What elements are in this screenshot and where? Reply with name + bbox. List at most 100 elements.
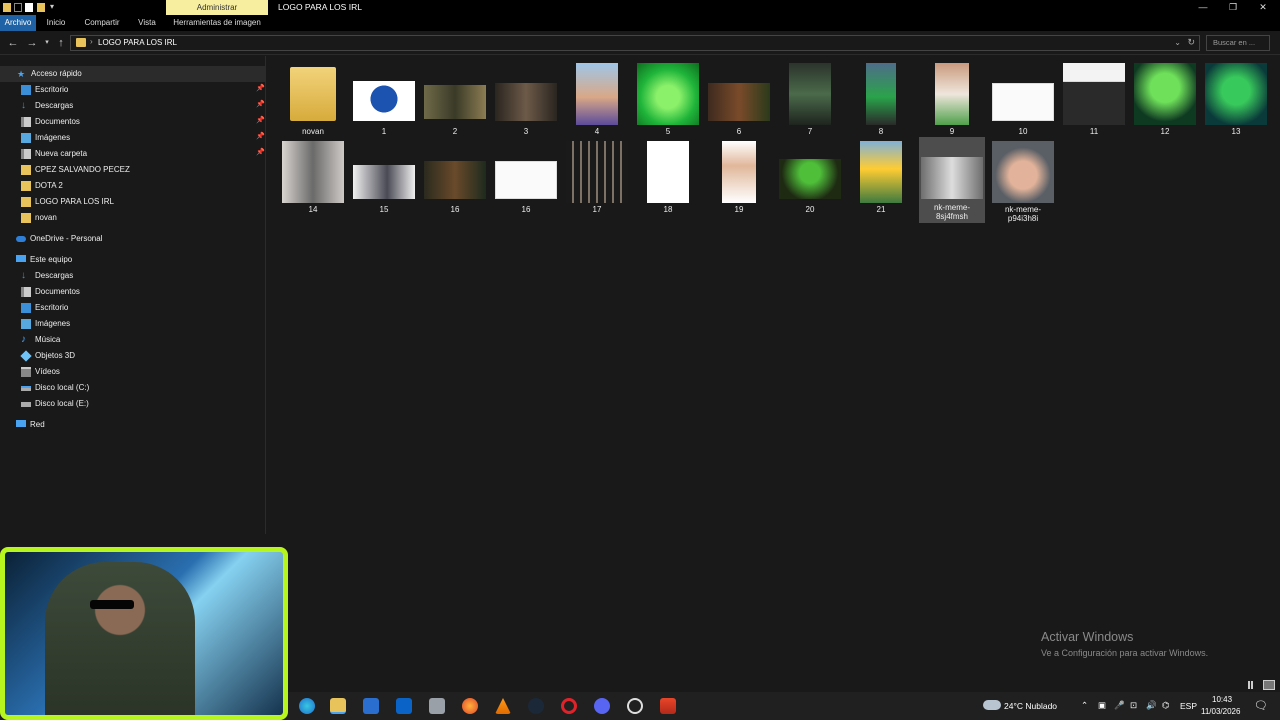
obs-icon[interactable] [627,698,643,714]
weather-text[interactable]: 24°C Nublado [1004,701,1057,711]
speaker-icon[interactable]: 🔊 [1146,700,1157,711]
file-list: novan 1 2 3 4 5 6 7 8 9 10 11 12 13 14 1… [267,56,1280,678]
image-thumbnail [495,161,557,199]
file-item[interactable]: 6 [706,61,772,145]
file-item[interactable]: 1 [351,61,417,145]
file-item[interactable]: 17 [564,139,630,223]
cloud-icon [16,236,26,242]
forward-arrow-icon[interactable]: → [25,36,39,50]
tab-compartir[interactable]: Compartir [80,15,124,31]
pin-icon[interactable]: 📌 [256,84,265,92]
pin-icon[interactable]: 📌 [256,116,265,124]
up-arrow-icon[interactable]: ↑ [54,36,68,50]
refresh-icon[interactable]: ↻ [1187,37,1195,48]
file-item[interactable]: 4 [564,61,630,145]
store-icon[interactable] [363,698,379,714]
file-item[interactable]: 20 [777,139,843,223]
address-field[interactable]: › LOGO PARA LOS IRL ⌄ ↻ [70,35,1200,51]
minimize-button[interactable]: — [1188,0,1218,15]
pin-icon[interactable]: 📌 [256,132,265,140]
edge-icon[interactable] [299,698,315,714]
file-item[interactable]: 15 [351,139,417,223]
language-indicator[interactable]: ESP [1180,701,1197,711]
image-thumbnail [495,83,557,121]
breadcrumb-separator-icon[interactable]: › [90,37,93,46]
file-item[interactable]: 21 [848,139,914,223]
folder-icon [21,181,31,191]
clock-date[interactable]: 11/03/2026 [1201,707,1240,716]
address-dropdown-icon[interactable]: ⌄ [1174,38,1181,47]
display-icon[interactable]: ⊡ [1130,700,1137,711]
opera-icon[interactable] [561,698,577,714]
file-item-selected[interactable]: nk-meme-8sj4fmsh [919,137,985,223]
file-item[interactable]: 12 [1132,61,1198,145]
admin-tab[interactable]: Administrar [166,0,268,15]
restore-button[interactable]: ❐ [1218,0,1248,15]
image-thumbnail [722,141,756,203]
file-item[interactable]: 7 [777,61,843,145]
discord-icon[interactable] [594,698,610,714]
chevron-up-icon[interactable]: ⌃ [1081,700,1088,711]
clock-time[interactable]: 10:43 [1212,695,1232,704]
image-thumbnail [866,63,896,125]
file-item[interactable]: 2 [422,61,488,145]
folder-icon [76,38,86,47]
image-thumbnail [424,161,486,199]
drive-icon [21,402,31,407]
file-item[interactable]: 9 [919,61,985,145]
tab-vista[interactable]: Vista [134,15,160,31]
image-thumbnail [282,141,344,203]
qat-chevron-icon[interactable]: ▾ [50,2,54,11]
file-item[interactable]: 19 [706,139,772,223]
app-icon[interactable] [660,698,676,714]
image-thumbnail [779,159,841,199]
file-item[interactable]: 14 [280,139,346,223]
app-icon[interactable] [429,698,445,714]
breadcrumb[interactable]: LOGO PARA LOS IRL [98,38,177,47]
download-icon: ↓ [21,100,26,111]
large-icons-view-icon[interactable] [1263,680,1275,690]
documents-icon [21,117,31,127]
cloud-icon[interactable] [983,700,1001,710]
pin-icon[interactable]: 📌 [256,148,265,156]
meet-icon[interactable]: ▣ [1098,700,1106,711]
file-item[interactable]: 18 [635,139,701,223]
blank-doc-icon[interactable] [14,3,22,12]
microphone-icon[interactable]: 🎤 [1114,700,1125,711]
music-note-icon: ♪ [21,334,26,345]
steam-icon[interactable] [528,698,544,714]
file-item[interactable]: 3 [493,61,559,145]
file-item[interactable]: 8 [848,61,914,145]
outlook-icon[interactable] [396,698,412,714]
pin-icon[interactable]: 📌 [256,100,265,108]
tab-archivo[interactable]: Archivo [0,15,36,31]
file-item[interactable]: 11 [1061,61,1127,145]
folder-item[interactable]: novan [280,61,346,145]
network-icon [16,420,26,427]
file-item[interactable]: 5 [635,61,701,145]
folder-icon [21,165,31,175]
file-item[interactable]: 16 [422,139,488,223]
back-arrow-icon[interactable]: ← [6,36,20,50]
close-button[interactable]: ✕ [1248,0,1278,15]
notifications-icon[interactable]: 🗨 [1254,699,1268,712]
network-icon[interactable]: ⌬ [1162,700,1169,711]
file-item[interactable]: 13 [1203,61,1269,145]
tab-herramientas-imagen[interactable]: Herramientas de imagen [170,15,264,31]
file-item[interactable]: nk-meme-p94i3h8i [990,139,1056,223]
properties-icon[interactable] [25,3,33,12]
details-view-icon[interactable] [1248,681,1253,689]
firefox-icon[interactable] [462,698,478,714]
pictures-icon [21,133,31,143]
tab-inicio[interactable]: Inicio [42,15,70,31]
file-item[interactable]: 10 [990,61,1056,145]
image-thumbnail [921,157,983,199]
sunglasses [90,600,134,609]
file-item[interactable]: 16 [493,139,559,223]
file-explorer-icon[interactable] [330,698,346,714]
recent-chevron-icon[interactable]: ▾ [40,36,54,50]
cube-3d-icon [20,350,32,362]
new-folder-icon[interactable] [37,3,45,12]
vlc-icon[interactable] [495,698,511,714]
search-input[interactable]: Buscar en ... [1206,35,1270,51]
